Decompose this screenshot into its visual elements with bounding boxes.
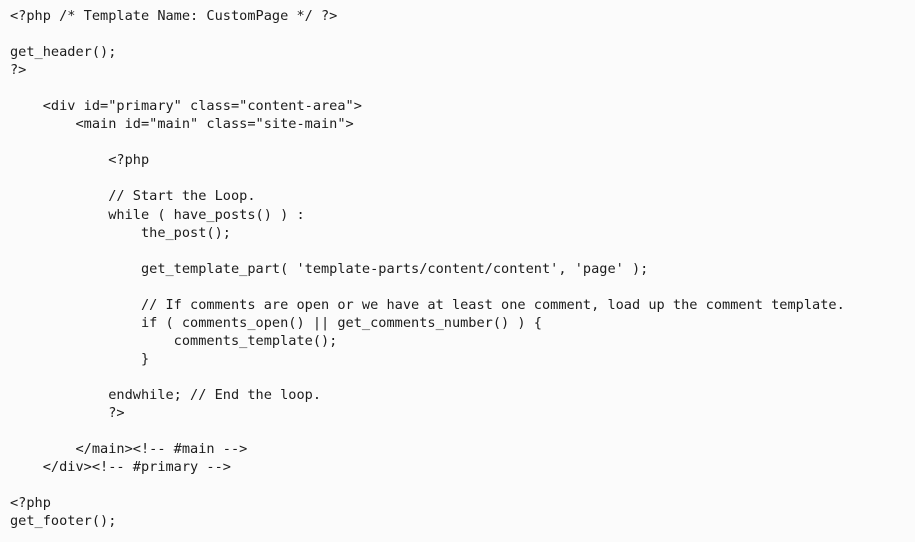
code-line: ?> (10, 405, 125, 422)
code-line: the_post(); (10, 224, 231, 241)
code-line: </div><!-- #primary --> (10, 459, 231, 476)
code-line: comments_template(); (10, 332, 338, 349)
code-content: <?php /* Template Name: CustomPage */ ?>… (0, 7, 915, 530)
code-line: <main id="main" class="site-main"> (10, 116, 354, 133)
code-line: <?php (10, 152, 150, 169)
code-line: <?php (10, 495, 51, 512)
code-line: get_footer(); (10, 513, 117, 530)
code-line: <div id="primary" class="content-area"> (10, 98, 362, 115)
code-line: while ( have_posts() ) : (10, 206, 305, 223)
code-line: <?php /* Template Name: CustomPage */ ?> (10, 8, 338, 24)
code-line: if ( comments_open() || get_comments_num… (10, 314, 542, 331)
code-line: } (10, 350, 150, 367)
code-line: endwhile; // End the loop. (10, 386, 321, 403)
code-line: get_header(); (10, 44, 117, 61)
code-line: get_template_part( 'template-parts/conte… (10, 260, 649, 277)
code-line: // Start the Loop. (10, 188, 256, 205)
code-line: // If comments are open or we have at le… (10, 296, 845, 313)
code-line: </main><!-- #main --> (10, 441, 248, 458)
code-editor-pane: <?php /* Template Name: CustomPage */ ?>… (0, 0, 915, 542)
code-line: ?> (10, 62, 27, 79)
